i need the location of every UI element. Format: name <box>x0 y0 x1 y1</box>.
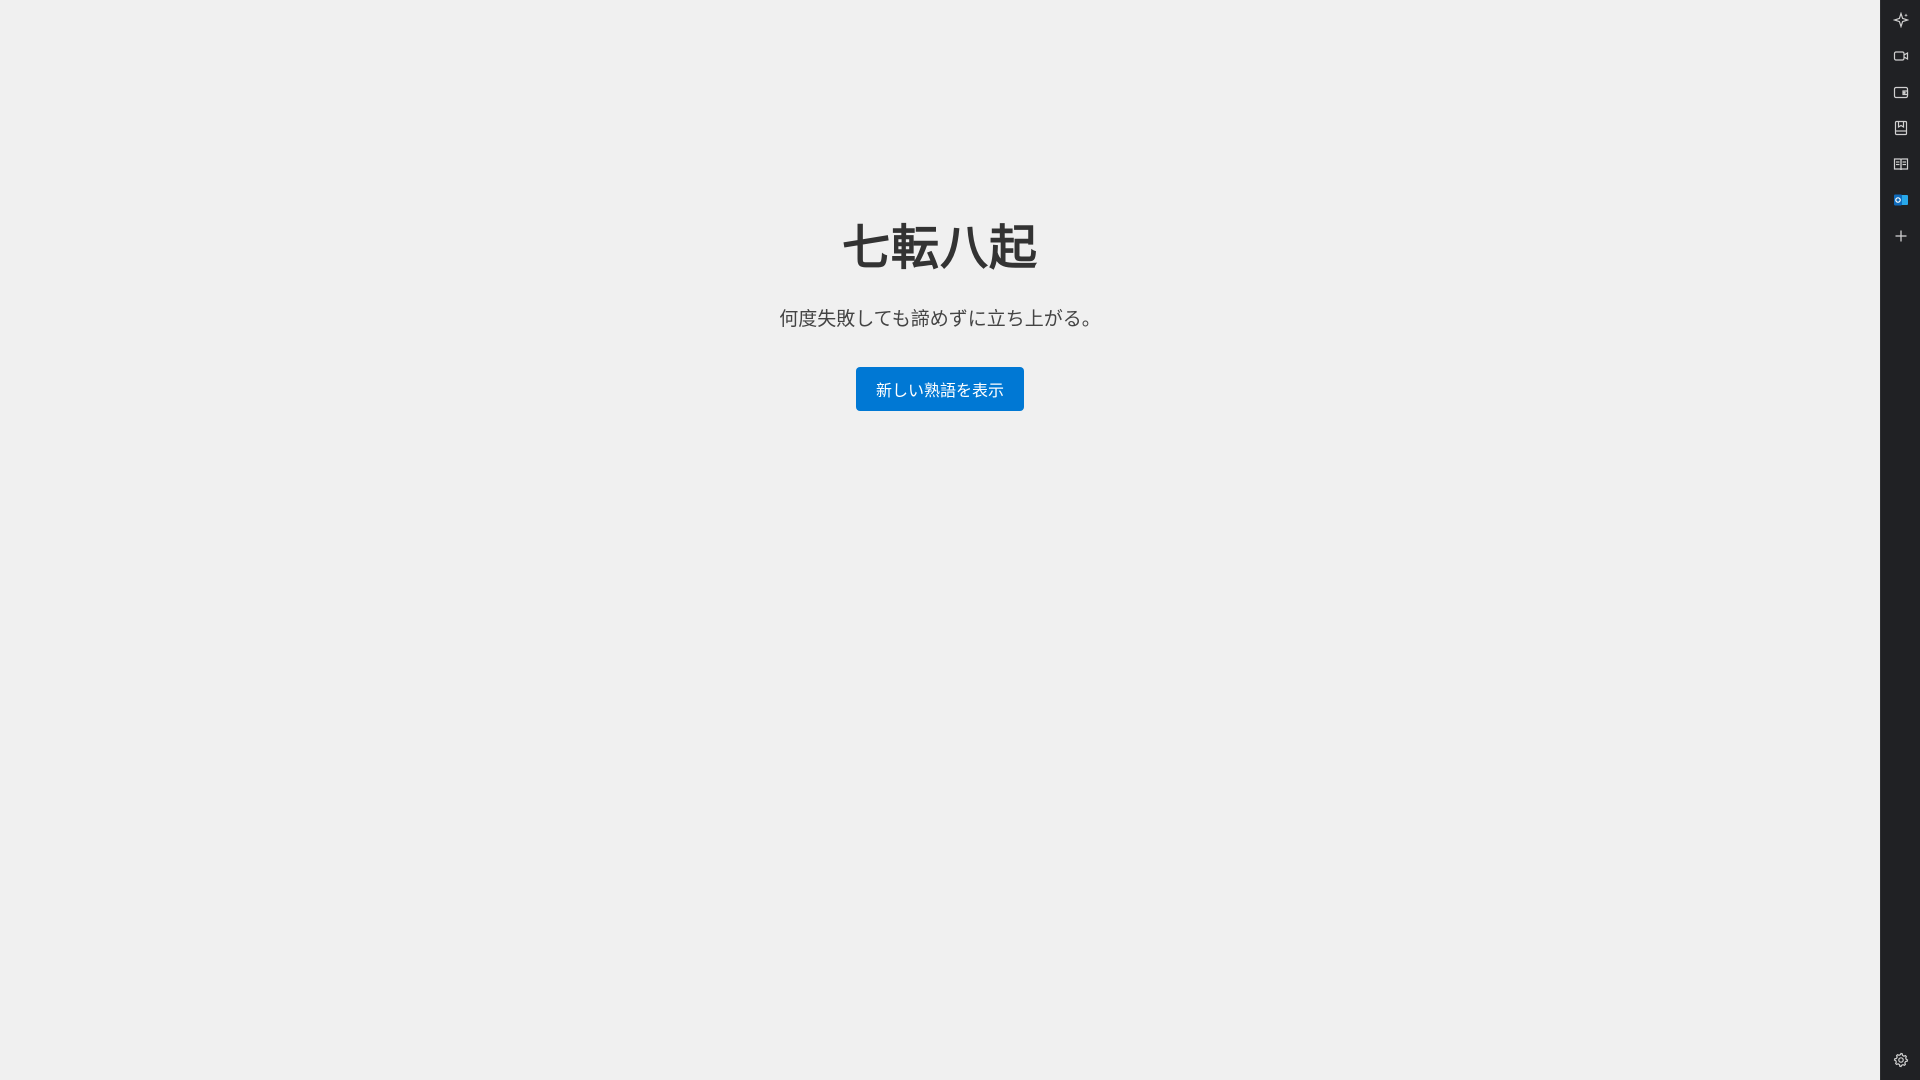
reading-view-icon <box>1893 158 1909 171</box>
outlook-button[interactable] <box>1888 187 1914 213</box>
wallet-button[interactable] <box>1888 79 1914 105</box>
copilot-button[interactable] <box>1888 7 1914 33</box>
settings-icon <box>1893 1052 1909 1068</box>
collections-button[interactable] <box>1888 115 1914 141</box>
video-button[interactable] <box>1888 43 1914 69</box>
browser-sidebar <box>1880 0 1920 1080</box>
wallet-icon <box>1893 86 1909 99</box>
video-icon <box>1893 51 1909 61</box>
sparkle-icon <box>1893 12 1909 28</box>
page: 七転八起 何度失敗しても諦めずに立ち上がる。 新しい熟語を表示 <box>0 0 1880 1080</box>
idiom-meaning: 何度失敗しても諦めずに立ち上がる。 <box>779 308 1101 330</box>
outlook-icon <box>1894 194 1908 206</box>
bookmark-icon <box>1894 120 1908 136</box>
idiom-title: 七転八起 <box>841 220 1038 276</box>
reading-view-button[interactable] <box>1888 151 1914 177</box>
new-idiom-button[interactable]: 新しい熟語を表示 <box>856 367 1024 411</box>
add-icon <box>1895 230 1907 242</box>
add-button[interactable] <box>1888 223 1914 249</box>
settings-button[interactable] <box>1888 1047 1914 1073</box>
